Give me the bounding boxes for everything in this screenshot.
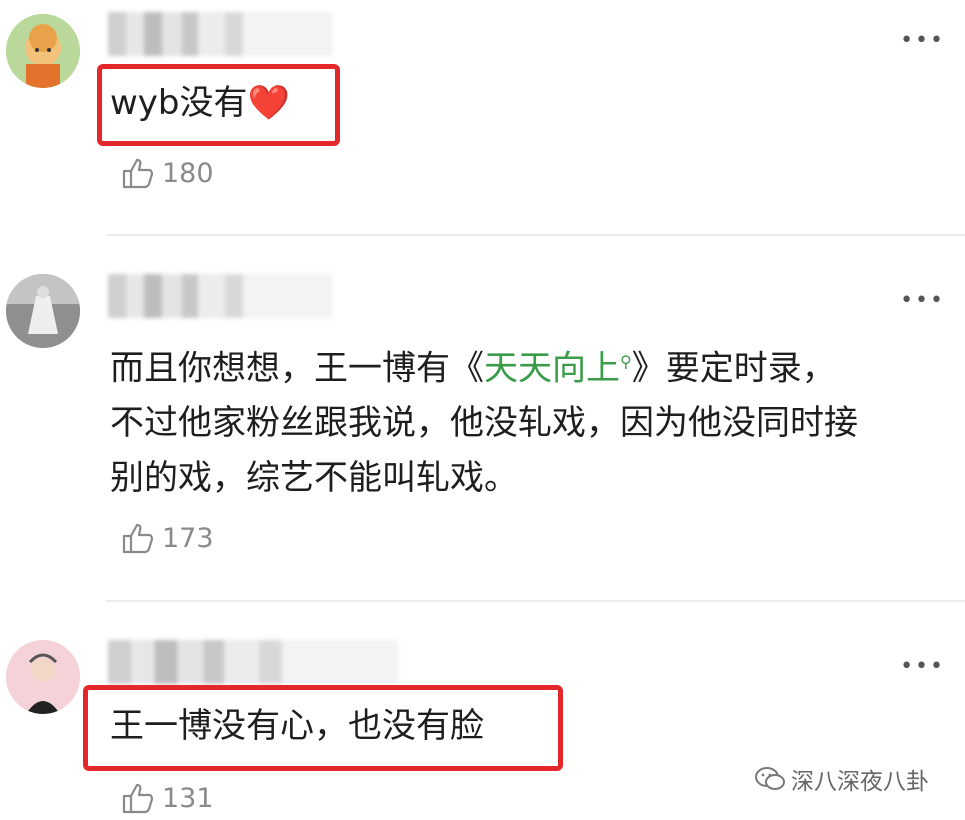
like-button[interactable]: 173 bbox=[120, 520, 214, 556]
wechat-icon bbox=[755, 767, 785, 790]
avatar[interactable] bbox=[6, 640, 80, 714]
like-count: 180 bbox=[162, 157, 214, 189]
comment-2: ••• 而且你想想，王一博有《天天向上⚲》要定时录， 不过他家粉丝跟我说，他没轧… bbox=[0, 236, 965, 602]
username-blurred[interactable] bbox=[108, 640, 398, 684]
avatar[interactable] bbox=[6, 274, 80, 348]
comment-line-1: 而且你想想，王一博有《天天向上⚲》要定时录， bbox=[110, 334, 858, 396]
more-options-icon[interactable]: ••• bbox=[900, 656, 945, 678]
thumbs-up-icon bbox=[122, 783, 154, 814]
heart-icon: ❤️ bbox=[247, 83, 290, 123]
watermark-text: 深八深夜八卦 bbox=[791, 769, 929, 795]
text-after: 》要定时录， bbox=[631, 348, 836, 389]
text-before: 而且你想想，王一博有《 bbox=[110, 348, 484, 389]
like-count: 131 bbox=[162, 782, 214, 814]
comment-text: wyb没有❤️ bbox=[110, 76, 290, 131]
username-blurred[interactable] bbox=[108, 274, 333, 318]
thumbs-up-icon bbox=[122, 523, 154, 554]
comment-text-content: wyb没有 bbox=[110, 83, 248, 123]
thumbs-up-icon bbox=[122, 158, 154, 189]
comment-line-3: 别的戏，综艺不能叫轧戏。 bbox=[110, 458, 518, 499]
comment-1: ••• wyb没有❤️ 180 bbox=[0, 0, 965, 236]
more-options-icon[interactable]: ••• bbox=[900, 30, 945, 52]
like-button[interactable]: 180 bbox=[120, 155, 214, 191]
more-options-icon[interactable]: ••• bbox=[900, 290, 945, 312]
like-count: 173 bbox=[162, 522, 214, 554]
comment-line-2: 不过他家粉丝跟我说，他没轧戏，因为他没同时接 bbox=[110, 403, 858, 444]
comment-text-content: 王一博没有心，也没有脸 bbox=[110, 706, 484, 746]
username-blurred[interactable] bbox=[108, 12, 333, 56]
topic-link[interactable]: 天天向上 bbox=[484, 348, 620, 388]
comment-text: 王一博没有心，也没有脸 bbox=[110, 699, 484, 754]
avatar[interactable] bbox=[6, 14, 80, 88]
like-button[interactable]: 131 bbox=[120, 780, 214, 816]
comment-text: 而且你想想，王一博有《天天向上⚲》要定时录， 不过他家粉丝跟我说，他没轧戏，因为… bbox=[110, 334, 858, 506]
watermark: 深八深夜八卦 bbox=[755, 762, 929, 796]
search-icon[interactable]: ⚲ bbox=[620, 352, 632, 371]
